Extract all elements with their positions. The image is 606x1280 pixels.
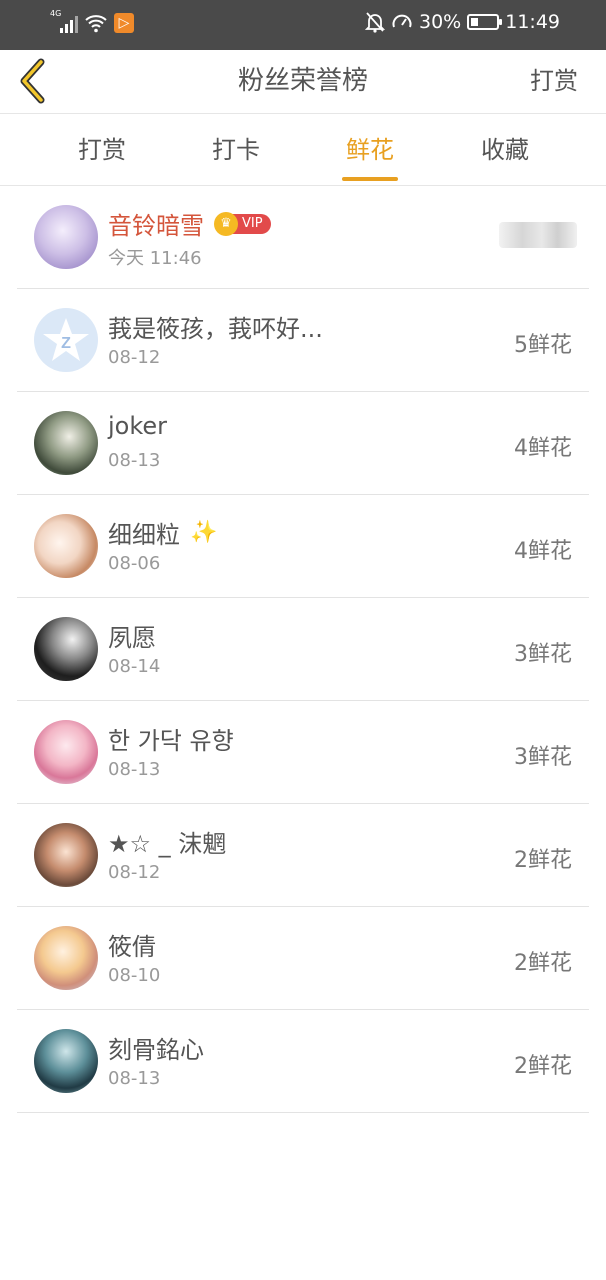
- bell-off-icon: [365, 12, 385, 33]
- list-item[interactable]: 刻骨銘心 08-13 2鲜花: [17, 1010, 589, 1113]
- blurred-count: [499, 222, 577, 248]
- list-item[interactable]: joker 08-13 4鲜花: [17, 392, 589, 495]
- fan-name: 筱倩: [108, 933, 156, 961]
- fan-date: 08-13: [108, 1068, 161, 1089]
- crown-icon: ♛: [214, 211, 238, 236]
- tab-bar: 打赏 打卡 鲜花 收藏: [0, 115, 606, 186]
- list-item[interactable]: 筱倩 08-10 2鲜花: [17, 907, 589, 1010]
- list-item[interactable]: ★☆ _ 沫魍 08-12 2鲜花: [17, 804, 589, 907]
- list-item[interactable]: Z 莪是筱孩，莪吥好... 08-12 5鲜花: [17, 289, 589, 392]
- list-item[interactable]: 한 가닥 유향 08-13 3鲜花: [17, 701, 589, 804]
- fan-name: 音铃暗雪 ♛ VIP: [108, 206, 271, 241]
- fan-name-text: 细细粒: [108, 521, 180, 549]
- fan-name-text: 音铃暗雪: [108, 212, 204, 240]
- avatar[interactable]: [34, 617, 98, 681]
- tab-checkin[interactable]: 打卡: [176, 115, 296, 185]
- fan-name: 莪是筱孩，莪吥好...: [108, 315, 323, 343]
- flower-count: 2鲜花: [514, 1054, 572, 1079]
- status-left: 4G ▷: [50, 9, 134, 35]
- avatar[interactable]: [34, 823, 98, 887]
- flower-count: 3鲜花: [514, 642, 572, 667]
- reward-button[interactable]: 打赏: [530, 50, 578, 114]
- tab-flowers[interactable]: 鲜花: [310, 115, 430, 185]
- svg-text:Z: Z: [61, 335, 71, 352]
- flower-count: 4鲜花: [514, 539, 572, 564]
- fan-name: 刻骨銘心: [108, 1036, 204, 1064]
- list-item-current-user[interactable]: 音铃暗雪 ♛ VIP 今天 11:46: [17, 186, 589, 289]
- fan-name: 한 가닥 유향: [108, 727, 234, 755]
- qzone-star-icon: Z: [43, 318, 89, 361]
- fan-name: joker: [108, 412, 168, 440]
- sparkle-icon: ✨: [190, 520, 218, 545]
- avatar[interactable]: [34, 514, 98, 578]
- speedometer-icon: [392, 14, 412, 28]
- flower-count: 4鲜花: [514, 436, 572, 461]
- avatar[interactable]: [34, 720, 98, 784]
- fan-date: 08-13: [108, 450, 161, 471]
- fan-ranking-list: 音铃暗雪 ♛ VIP 今天 11:46 Z 莪是筱孩，莪吥好... 08-12 …: [17, 186, 589, 1113]
- battery-percent: 30%: [419, 11, 462, 33]
- wifi-icon: [85, 15, 107, 33]
- flower-count: 5鲜花: [514, 333, 572, 358]
- list-item[interactable]: 细细粒 ✨ 08-06 4鲜花: [17, 495, 589, 598]
- tab-reward[interactable]: 打赏: [42, 115, 162, 185]
- fan-date: 08-06: [108, 553, 161, 574]
- fan-date: 08-10: [108, 965, 161, 986]
- page-title: 粉丝荣誉榜: [237, 66, 368, 96]
- vip-badge: ♛ VIP: [214, 211, 271, 236]
- avatar[interactable]: Z: [34, 308, 98, 372]
- battery-icon: [467, 14, 503, 30]
- list-item[interactable]: 夙愿 08-14 3鲜花: [17, 598, 589, 701]
- fan-name: 夙愿: [108, 624, 156, 652]
- fan-date: 今天 11:46: [108, 248, 202, 269]
- network-type: 4G: [50, 9, 62, 18]
- signal-icon: 4G: [50, 9, 78, 35]
- avatar[interactable]: [34, 411, 98, 475]
- fan-date: 08-14: [108, 656, 161, 677]
- fan-name: 细细粒 ✨: [108, 515, 217, 550]
- clock: 11:49: [505, 11, 560, 33]
- avatar[interactable]: [34, 205, 98, 269]
- status-bar: 4G ▷ 30% 11:49: [0, 0, 606, 50]
- avatar[interactable]: [34, 1029, 98, 1093]
- tab-favorites[interactable]: 收藏: [445, 115, 565, 185]
- flower-count: 3鲜花: [514, 745, 572, 770]
- flower-count: 2鲜花: [514, 951, 572, 976]
- fan-name: ★☆ _ 沫魍: [108, 830, 227, 858]
- top-navigation-bar: 粉丝荣誉榜 打赏: [0, 50, 606, 114]
- fan-date: 08-13: [108, 759, 161, 780]
- fan-date: 08-12: [108, 347, 161, 368]
- app-notification-icon: ▷: [114, 13, 134, 33]
- avatar[interactable]: [34, 926, 98, 990]
- fan-date: 08-12: [108, 862, 161, 883]
- status-right: 30% 11:49: [365, 11, 560, 33]
- flower-count: 2鲜花: [514, 848, 572, 873]
